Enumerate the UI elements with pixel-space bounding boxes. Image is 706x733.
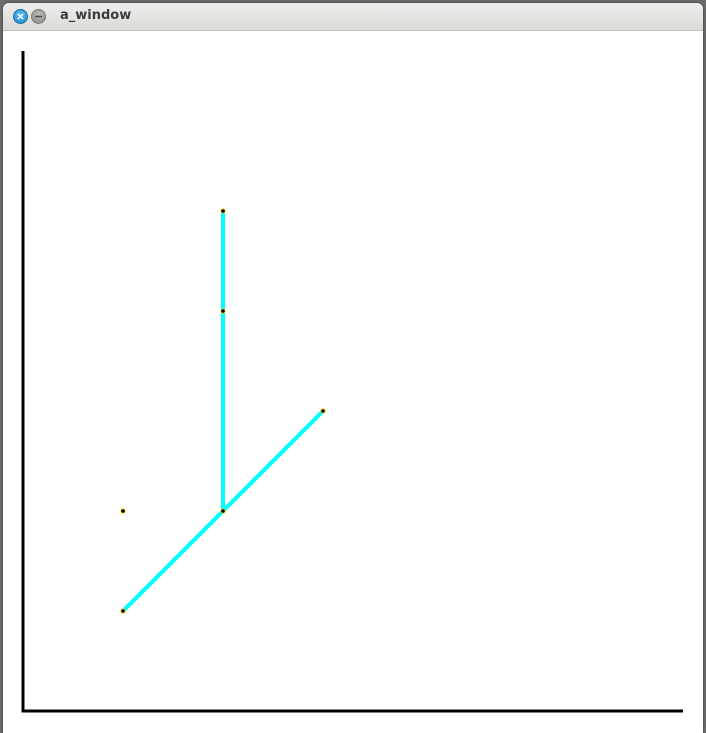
drawing-canvas[interactable] — [3, 31, 703, 733]
point-4 — [121, 509, 125, 513]
point-2 — [221, 309, 225, 313]
axes — [21, 51, 683, 713]
point-6 — [121, 609, 125, 613]
close-button[interactable] — [13, 9, 28, 24]
minimize-icon — [34, 15, 42, 18]
window-title: a_window — [60, 8, 132, 23]
close-icon — [17, 13, 24, 20]
line-segments — [121, 209, 325, 613]
point-5 — [221, 509, 225, 513]
point-3 — [321, 409, 325, 413]
minimize-button[interactable] — [31, 9, 46, 24]
title-bar[interactable]: a_window — [3, 3, 703, 31]
point-1 — [221, 209, 225, 213]
app-window: a_window — [3, 3, 703, 733]
